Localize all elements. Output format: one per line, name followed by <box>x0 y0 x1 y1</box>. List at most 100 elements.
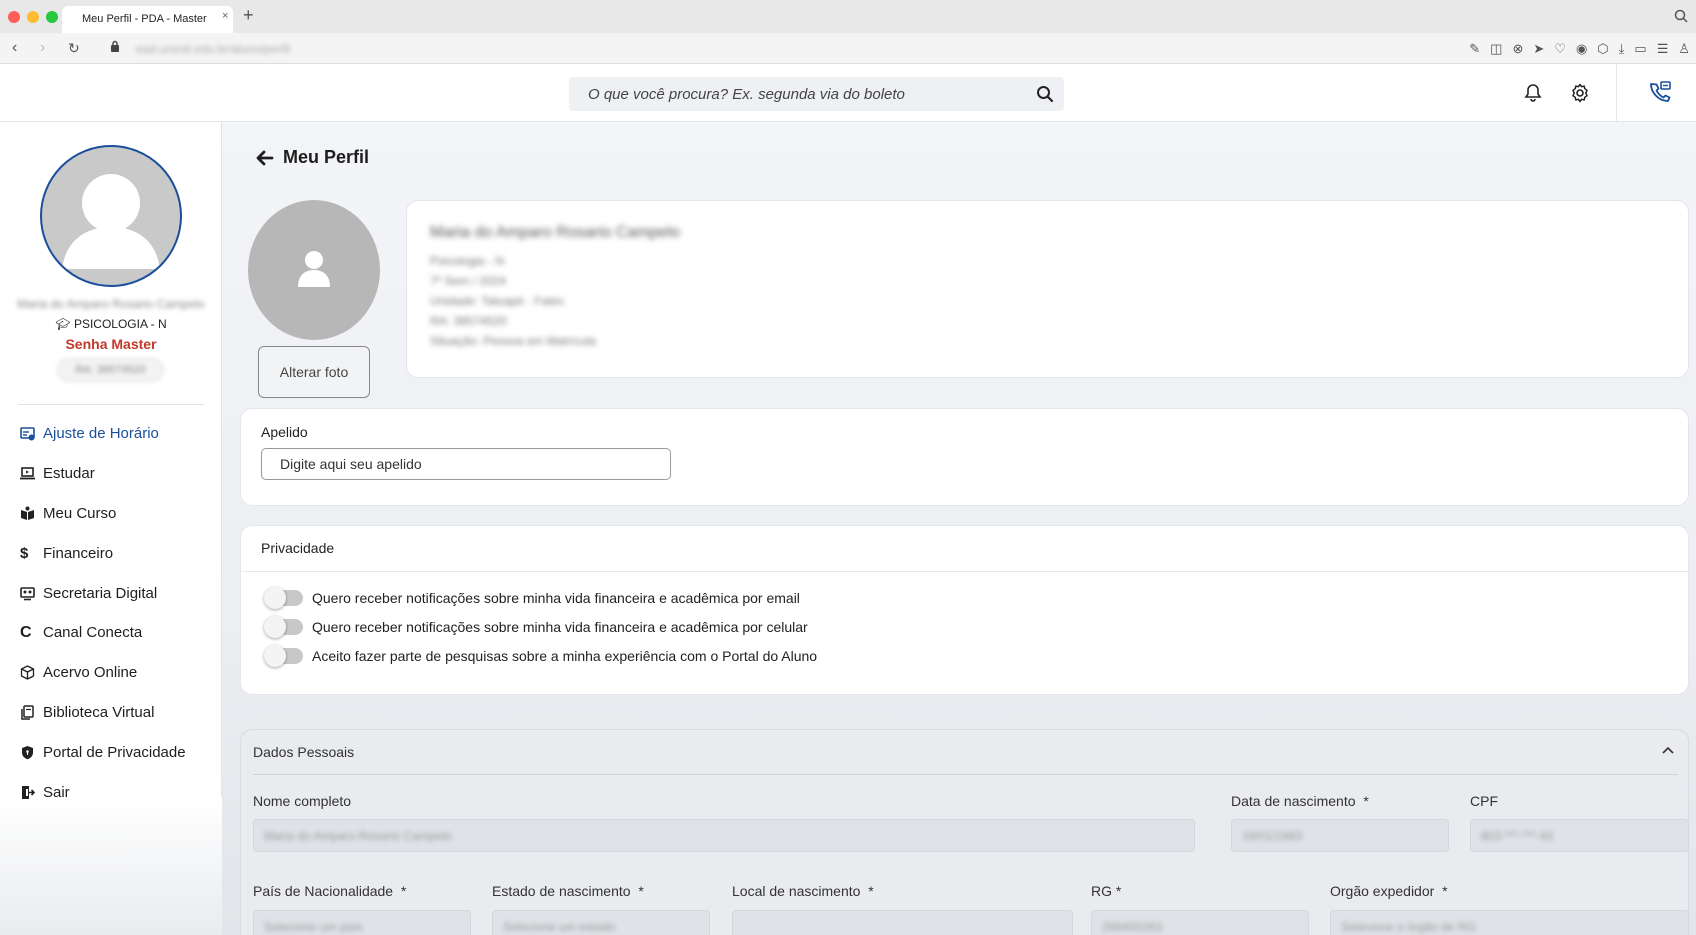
sidebar-item-label: Financeiro <box>43 544 114 562</box>
sidebar-item-financeiro[interactable]: $ Financeiro <box>20 533 186 573</box>
nickname-card: Apelido <box>240 408 1689 506</box>
sidebar-item-estudar[interactable]: Estudar <box>20 454 186 494</box>
sidebar-divider <box>18 404 204 405</box>
full-name-field[interactable]: Maria do Amparo Rosario Campelo <box>253 819 1195 852</box>
camera-icon[interactable]: ◫ <box>1490 41 1502 57</box>
sidebar-item-canal-conecta[interactable]: C Canal Conecta <box>20 613 186 653</box>
profile-status: Situação: Pessoa em Matrícula <box>430 334 597 348</box>
window-minimize-button[interactable] <box>27 11 39 23</box>
profile-photo <box>248 200 380 340</box>
block-icon[interactable]: ⊗ <box>1512 41 1523 57</box>
browser-tab[interactable]: Meu Perfil - PDA - Master <box>62 6 233 33</box>
sidebar-item-ajuste-de-horario[interactable]: Ajuste de Horário <box>20 414 186 454</box>
user-silhouette-icon <box>62 174 160 269</box>
forward-button[interactable]: › <box>40 39 45 57</box>
lock-icon <box>111 40 119 52</box>
laptop-icon <box>20 466 43 481</box>
shield-icon <box>20 745 43 760</box>
privacy-option-email: Quero receber notificações sobre minha v… <box>264 587 800 609</box>
birth-place-label: Local de nascimento * <box>732 883 874 899</box>
menu-icon[interactable]: ☰ <box>1657 41 1669 57</box>
page-title: Meu Perfil <box>283 147 370 167</box>
account-icon[interactable]: ♙ <box>1678 41 1690 57</box>
download-icon[interactable]: ⤓ <box>1619 41 1625 57</box>
cpf-label: CPF <box>1470 793 1498 809</box>
cpf-field[interactable]: 803.***.***-43 <box>1470 819 1689 852</box>
heart-icon[interactable]: ♡ <box>1554 41 1566 57</box>
logout-icon <box>20 785 43 800</box>
gear-icon[interactable] <box>1569 82 1591 104</box>
full-name-label: Nome completo <box>253 793 352 809</box>
browser-tab-bar: Meu Perfil - PDA - Master × + <box>0 0 1696 33</box>
tab-search-icon[interactable] <box>1674 9 1688 23</box>
search-icon[interactable] <box>1036 85 1054 103</box>
phone-contact-icon[interactable] <box>1647 79 1673 105</box>
sidebar-item-label: Portal de Privacidade <box>43 743 186 761</box>
window-close-button[interactable] <box>8 11 20 23</box>
change-photo-button[interactable]: Alterar foto <box>258 346 370 398</box>
personal-data-title: Dados Pessoais <box>253 744 355 760</box>
birth-place-select[interactable] <box>732 910 1073 935</box>
profile-ra: RA: 38574520 <box>430 314 507 328</box>
sidebar-item-sair[interactable]: Sair <box>20 772 186 812</box>
profile-name: Maria do Amparo Rosario Campelo <box>430 224 680 241</box>
url-field[interactable]: ead.unicid.edu.br/aluno/perfil <box>136 42 290 56</box>
issuer-select[interactable]: Selecione o órgão de RG <box>1330 910 1689 935</box>
sidebar-item-portal-de-privacidade[interactable]: Portal de Privacidade <box>20 732 186 772</box>
sidebar-item-label: Secretaria Digital <box>43 584 158 602</box>
calendar-icon <box>20 426 43 441</box>
book-open-icon <box>20 506 43 521</box>
sidebar-fade <box>0 797 222 935</box>
new-tab-button[interactable]: + <box>243 5 254 26</box>
birth-state-select[interactable]: Selecione um estado <box>492 910 710 935</box>
email-notifications-toggle[interactable] <box>264 587 303 609</box>
phone-notifications-toggle[interactable] <box>264 616 303 638</box>
sidebar-item-meu-curso[interactable]: Meu Curso <box>20 494 186 534</box>
avatar <box>40 145 182 287</box>
sidebar-item-biblioteca-virtual[interactable]: Biblioteca Virtual <box>20 693 186 733</box>
student-id-badge: RA: 38574520 <box>57 358 164 382</box>
birth-date-field[interactable]: 19/01/1983 <box>1231 819 1449 852</box>
graduation-cap-icon: 🎓︎ <box>55 317 71 331</box>
edit-icon[interactable]: ✎ <box>1469 41 1480 57</box>
profile-summary-card: Maria do Amparo Rosario Campelo Psicolog… <box>406 200 1689 378</box>
header-divider <box>1616 64 1617 122</box>
sidebar-item-label: Biblioteca Virtual <box>43 703 155 721</box>
browser-extensions: ✎ ◫ ⊗ ➤ ♡ ◉ ⬡ ⤓ ▭ ☰ ♙ <box>1469 41 1690 57</box>
sidebar-item-acervo-online[interactable]: Acervo Online <box>20 653 186 693</box>
research-toggle[interactable] <box>264 645 303 667</box>
personal-data-divider <box>253 774 1678 775</box>
rg-field[interactable]: 268455263 <box>1091 910 1309 935</box>
battery-icon[interactable]: ▭ <box>1634 41 1646 57</box>
privacy-option-research: Aceito fazer parte de pesquisas sobre a … <box>264 645 817 667</box>
nickname-input[interactable] <box>261 448 671 480</box>
arrow-left-icon[interactable] <box>256 150 274 166</box>
send-icon[interactable]: ➤ <box>1533 41 1544 57</box>
reload-button[interactable]: ↻ <box>68 40 80 57</box>
search-input[interactable] <box>569 77 1009 111</box>
cube-icon[interactable]: ⬡ <box>1597 41 1608 57</box>
back-button[interactable]: ‹ <box>12 39 17 57</box>
profile-course: Psicologia - N <box>430 254 505 268</box>
app-header <box>0 64 1696 122</box>
sidebar-item-secretaria-digital[interactable]: Secretaria Digital <box>20 573 186 613</box>
bell-icon[interactable] <box>1522 82 1544 104</box>
tab-close-icon[interactable]: × <box>222 10 228 22</box>
window-maximize-button[interactable] <box>46 11 58 23</box>
birth-state-label: Estado de nascimento * <box>492 883 644 899</box>
sidebar-item-label: Meu Curso <box>43 504 117 522</box>
privacy-option-label: Quero receber notificações sobre minha v… <box>312 590 800 606</box>
privacy-title: Privacidade <box>261 540 335 556</box>
birth-date-label: Data de nascimento * <box>1231 793 1369 809</box>
nationality-select[interactable]: Selecione um país <box>253 910 471 935</box>
browser-url-bar: ‹ › ↻ ead.unicid.edu.br/aluno/perfil ✎ ◫… <box>0 33 1696 64</box>
extension-icon[interactable]: ◉ <box>1576 41 1587 57</box>
search-bar <box>569 77 1064 111</box>
sidebar-item-label: Acervo Online <box>43 664 138 682</box>
course-label: 🎓︎ PSICOLOGIA - N <box>0 317 222 331</box>
chevron-up-icon[interactable] <box>1660 742 1676 758</box>
profile-period: 7º Sem / 2024 <box>430 274 506 288</box>
cube-icon <box>20 665 43 680</box>
issuer-label: Orgão expedidor * <box>1330 883 1448 899</box>
sidebar-item-label: Estudar <box>43 465 95 483</box>
